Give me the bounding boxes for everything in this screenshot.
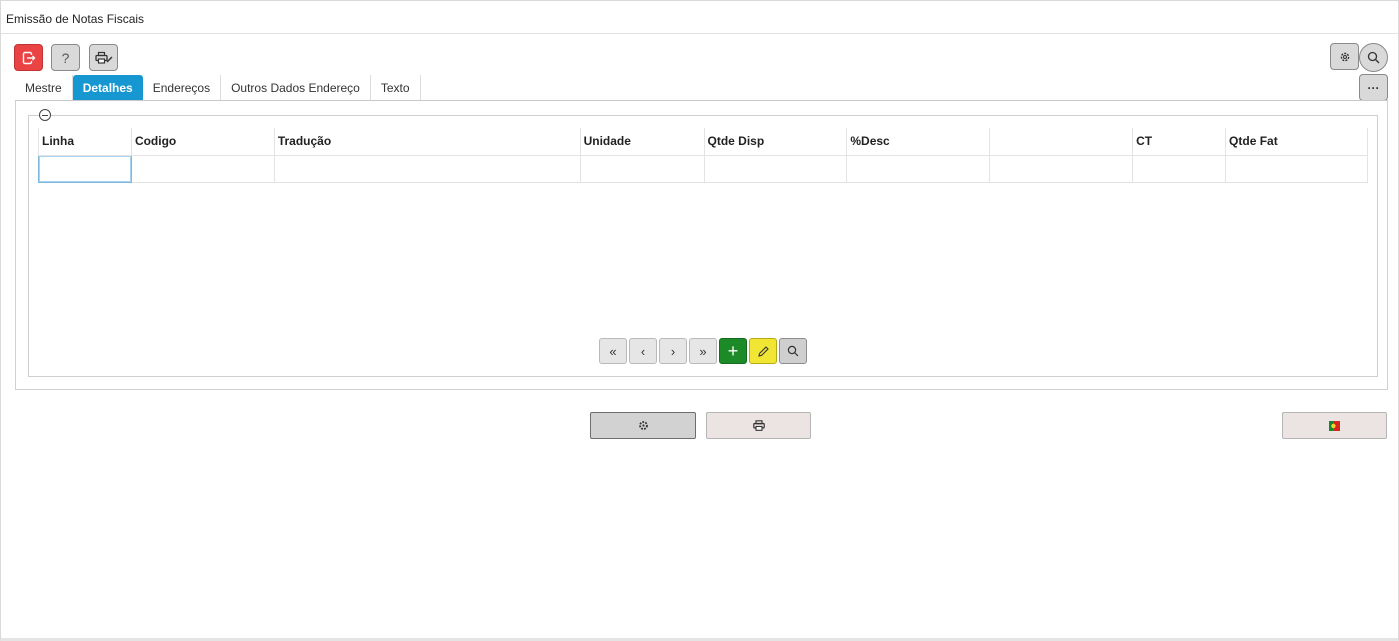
grid-pager: « ‹ › » + [599,338,808,364]
cell-ct[interactable] [1132,154,1227,183]
more-icon: ··· [1367,80,1380,95]
tab-mestre[interactable]: Mestre [15,75,73,100]
printer-edit-icon [94,51,112,64]
flag-portugal-icon [1329,420,1340,431]
pencil-icon [757,345,769,357]
tab-texto[interactable]: Texto [370,75,421,100]
cell-desc[interactable] [846,154,991,183]
edit-row-button[interactable] [749,338,777,364]
cell-unidade[interactable] [579,154,705,183]
settings-button[interactable] [1330,43,1359,70]
search-row-button[interactable] [779,338,807,364]
gear-icon [638,421,648,430]
search-button[interactable] [1359,43,1388,72]
tab-bar: Mestre Detalhes Endereços Outros Dados E… [15,75,421,100]
collapse-section-icon[interactable] [39,109,51,121]
column-header-qtde-fat[interactable]: Qtde Fat [1225,128,1368,156]
first-page-button[interactable]: « [599,338,627,364]
details-grid: Linha Codigo Tradução Unidade Qtde Disp … [38,128,1368,183]
print-button[interactable] [706,412,811,439]
table-row[interactable] [38,154,1368,183]
column-header-linha[interactable]: Linha [38,128,132,156]
column-header-ct[interactable]: CT [1132,128,1227,156]
column-header-desc[interactable]: %Desc [846,128,991,156]
search-icon [787,345,799,357]
window-title: Emissão de Notas Fiscais [6,12,145,26]
column-header-qtde-disp[interactable]: Qtde Disp [703,128,848,156]
tab-detalhes[interactable]: Detalhes [72,75,143,100]
add-row-button[interactable]: + [719,338,747,364]
grid-header-row: Linha Codigo Tradução Unidade Qtde Disp … [38,128,1368,156]
process-button[interactable] [590,412,696,439]
column-header-blank[interactable] [989,128,1134,156]
prev-page-button[interactable]: ‹ [629,338,657,364]
help-button[interactable]: ? [51,44,80,71]
print-setup-button[interactable] [89,44,118,71]
tab-outros-dados-endereco[interactable]: Outros Dados Endereço [221,75,371,100]
more-options-button[interactable]: ··· [1359,74,1388,101]
language-button[interactable] [1282,412,1387,439]
search-icon [1367,51,1380,64]
cell-codigo[interactable] [130,154,275,183]
printer-icon [752,420,765,431]
gear-icon [1340,52,1349,61]
exit-icon [22,51,35,64]
next-page-button[interactable]: › [659,338,687,364]
column-header-unidade[interactable]: Unidade [579,128,705,156]
column-header-codigo[interactable]: Codigo [130,128,275,156]
cell-linha[interactable] [38,154,132,183]
column-header-traducao[interactable]: Tradução [273,128,581,156]
cell-qtde-disp[interactable] [703,154,848,183]
cell-blank[interactable] [989,154,1134,183]
tab-enderecos[interactable]: Endereços [142,75,222,100]
cell-qtde-fat[interactable] [1225,154,1368,183]
cell-traducao[interactable] [273,154,581,183]
exit-button[interactable] [14,44,43,71]
help-icon: ? [61,49,70,66]
last-page-button[interactable]: » [689,338,717,364]
title-bar: Emissão de Notas Fiscais [1,1,1398,34]
